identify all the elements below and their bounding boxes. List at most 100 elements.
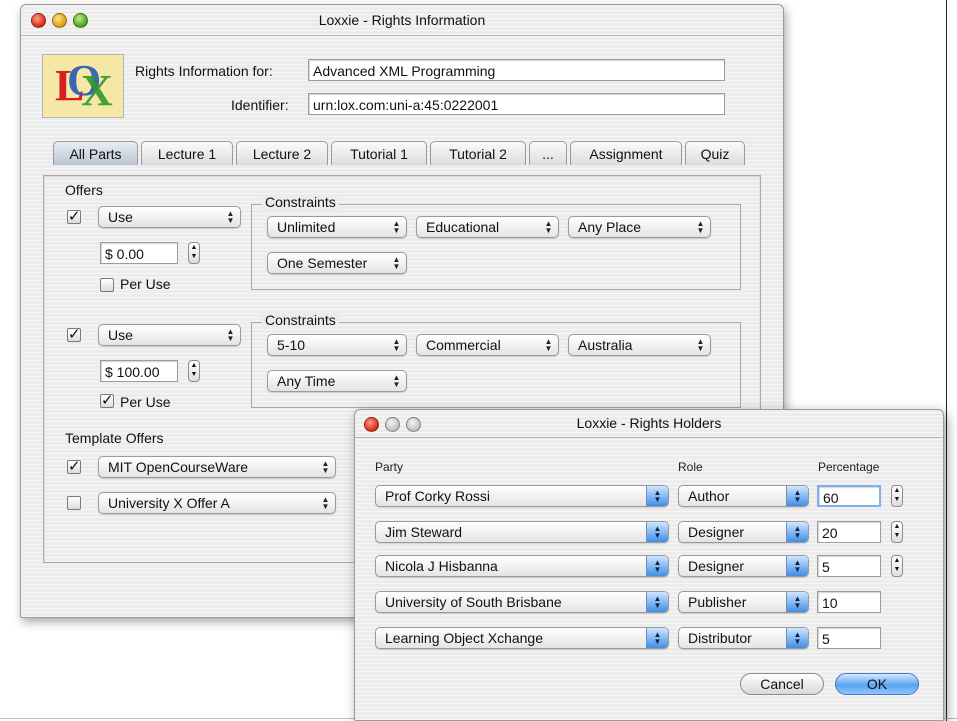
chevron-updown-icon: ▲ ▼	[786, 592, 808, 612]
tab-tutorial-2[interactable]: Tutorial 2	[430, 141, 526, 165]
offer-2-checkbox[interactable]: ✓	[67, 327, 81, 342]
offer-2-action-select[interactable]: Use ▲ ▼	[98, 324, 241, 346]
chevron-updown-icon: ▲ ▼	[226, 209, 235, 225]
chevron-updown-icon: ▲ ▼	[544, 219, 553, 235]
offer-2-price-stepper[interactable]: ▲ ▼	[188, 360, 200, 382]
cancel-button[interactable]: Cancel	[740, 673, 824, 695]
screenshot-frame-right	[946, 0, 947, 721]
offer-1-constraint-purpose-select[interactable]: Educational ▲ ▼	[416, 216, 559, 238]
template-offer-1-checkbox[interactable]: ✓	[67, 459, 81, 474]
party-value: Jim Steward	[385, 524, 463, 540]
party-select[interactable]: Nicola J Hisbanna ▲ ▼	[375, 555, 669, 577]
role-select[interactable]: Author ▲ ▼	[678, 485, 809, 507]
tab-tutorial-1[interactable]: Tutorial 1	[331, 141, 427, 165]
tab-quiz[interactable]: Quiz	[685, 141, 745, 165]
tab-more[interactable]: ...	[529, 141, 567, 165]
identifier-label: Identifier:	[231, 97, 289, 113]
offers-heading: Offers	[65, 182, 103, 198]
party-select[interactable]: Jim Steward ▲ ▼	[375, 521, 669, 543]
offer-2-per-use-checkbox[interactable]: ✓	[100, 393, 114, 408]
role-value: Author	[688, 488, 730, 504]
offer-1-constraint-place-select[interactable]: Any Place ▲ ▼	[568, 216, 711, 238]
tab-all-parts[interactable]: All Parts	[53, 141, 138, 165]
party-column-header: Party	[375, 460, 404, 474]
role-value: Designer	[688, 558, 745, 574]
template-offer-2-value: University X Offer A	[108, 495, 230, 511]
chevron-updown-icon: ▲ ▼	[696, 219, 705, 235]
offer-2-action-value: Use	[108, 327, 133, 343]
svg-text:X: X	[81, 66, 113, 115]
role-value: Publisher	[688, 594, 747, 610]
rights-info-field[interactable]: Advanced XML Programming	[308, 59, 725, 81]
party-value: Learning Object Xchange	[385, 630, 543, 646]
offer-2-constraints-label: Constraints	[262, 312, 339, 328]
offer-1-constraint-count-select[interactable]: Unlimited ▲ ▼	[267, 216, 407, 238]
offer-1-constraint-time-select[interactable]: One Semester ▲ ▼	[267, 252, 407, 274]
lox-logo-icon: L O X	[42, 54, 124, 118]
chevron-updown-icon: ▲ ▼	[392, 219, 401, 235]
offer-2-constraint-place-value: Australia	[578, 337, 633, 353]
party-value: University of South Brisbane	[385, 594, 562, 610]
offer-2-constraint-count-select[interactable]: 5-10 ▲ ▼	[267, 334, 407, 356]
title-bar[interactable]: Loxxie - Rights Information	[21, 5, 783, 36]
ok-button[interactable]: OK	[835, 673, 919, 695]
percentage-field[interactable]: 20	[817, 521, 881, 543]
percentage-stepper[interactable]: ▲ ▼	[891, 521, 903, 543]
template-offer-1-select[interactable]: MIT OpenCourseWare ▲ ▼	[98, 456, 336, 478]
offer-2-price-field[interactable]: $ 100.00	[100, 360, 178, 382]
role-select[interactable]: Designer ▲ ▼	[678, 521, 809, 543]
rights-info-label: Rights Information for:	[135, 63, 273, 79]
party-value: Nicola J Hisbanna	[385, 558, 498, 574]
template-offer-2-select[interactable]: University X Offer A ▲ ▼	[98, 492, 336, 514]
chevron-updown-icon: ▲ ▼	[392, 373, 401, 389]
template-offer-2-checkbox[interactable]	[67, 496, 81, 510]
offer-1-checkbox[interactable]: ✓	[67, 209, 81, 224]
chevron-updown-icon: ▲ ▼	[786, 522, 808, 542]
percentage-field[interactable]: 5	[817, 555, 881, 577]
chevron-updown-icon: ▲ ▼	[786, 486, 808, 506]
percentage-field[interactable]: 10	[817, 591, 881, 613]
role-select[interactable]: Publisher ▲ ▼	[678, 591, 809, 613]
offer-1-price-stepper[interactable]: ▲ ▼	[188, 242, 200, 264]
role-value: Distributor	[688, 630, 752, 646]
party-select[interactable]: University of South Brisbane ▲ ▼	[375, 591, 669, 613]
percentage-stepper[interactable]: ▲ ▼	[891, 555, 903, 577]
chevron-updown-icon: ▲ ▼	[321, 459, 330, 475]
tab-lecture-1[interactable]: Lecture 1	[141, 141, 233, 165]
chevron-updown-icon: ▲ ▼	[544, 337, 553, 353]
rights-holders-window: Loxxie - Rights Holders Party Role Perce…	[354, 409, 944, 721]
role-select[interactable]: Distributor ▲ ▼	[678, 627, 809, 649]
offer-2-constraint-purpose-select[interactable]: Commercial ▲ ▼	[416, 334, 559, 356]
chevron-updown-icon: ▲ ▼	[392, 337, 401, 353]
offer-1-constraint-purpose-value: Educational	[426, 219, 500, 235]
tab-lecture-2[interactable]: Lecture 2	[236, 141, 328, 165]
offer-1-price-field[interactable]: $ 0.00	[100, 242, 178, 264]
offer-2-constraint-place-select[interactable]: Australia ▲ ▼	[568, 334, 711, 356]
offer-1-action-value: Use	[108, 209, 133, 225]
chevron-updown-icon: ▲ ▼	[786, 556, 808, 576]
chevron-updown-icon: ▲ ▼	[646, 592, 668, 612]
tab-assignment[interactable]: Assignment	[570, 141, 682, 165]
chevron-updown-icon: ▲ ▼	[321, 495, 330, 511]
holders-title-bar[interactable]: Loxxie - Rights Holders	[355, 410, 943, 438]
chevron-updown-icon: ▲ ▼	[646, 556, 668, 576]
offer-2-constraint-time-select[interactable]: Any Time ▲ ▼	[267, 370, 407, 392]
percentage-field[interactable]: 60	[817, 485, 881, 507]
chevron-updown-icon: ▲ ▼	[392, 255, 401, 271]
chevron-updown-icon: ▲ ▼	[696, 337, 705, 353]
role-select[interactable]: Designer ▲ ▼	[678, 555, 809, 577]
offer-2-per-use-label: Per Use	[120, 394, 171, 410]
offer-1-constraint-place-value: Any Place	[578, 219, 642, 235]
party-select[interactable]: Prof Corky Rossi ▲ ▼	[375, 485, 669, 507]
offer-2-constraint-count-value: 5-10	[277, 337, 306, 353]
offer-2-constraints-group: Constraints 5-10 ▲ ▼ Commercial ▲ ▼ Austra…	[251, 312, 741, 408]
party-select[interactable]: Learning Object Xchange ▲ ▼	[375, 627, 669, 649]
chevron-updown-icon: ▲ ▼	[646, 522, 668, 542]
template-offers-heading: Template Offers	[65, 430, 164, 446]
offer-1-action-select[interactable]: Use ▲ ▼	[98, 206, 241, 228]
offer-1-per-use-checkbox[interactable]	[100, 278, 114, 292]
percentage-field[interactable]: 5	[817, 627, 881, 649]
identifier-field[interactable]: urn:lox.com:uni-a:45:0222001	[308, 93, 725, 115]
percentage-stepper[interactable]: ▲ ▼	[891, 485, 903, 507]
offer-1-per-use-label: Per Use	[120, 276, 171, 292]
